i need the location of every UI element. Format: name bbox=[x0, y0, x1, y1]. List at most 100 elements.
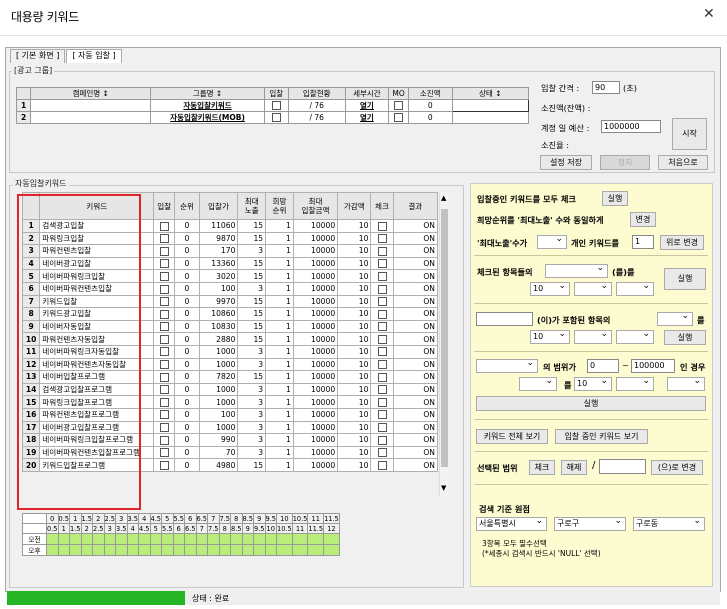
schedule-cell[interactable] bbox=[323, 544, 340, 556]
bid-checkbox-cell[interactable] bbox=[153, 344, 176, 359]
scroll-down-icon[interactable]: ▼ bbox=[441, 484, 446, 492]
check-checkbox-cell[interactable] bbox=[370, 231, 394, 246]
bid-checkbox-cell[interactable] bbox=[263, 99, 289, 112]
schedule-cell[interactable] bbox=[323, 533, 340, 545]
schedule-cell[interactable] bbox=[207, 533, 220, 545]
schedule-cell[interactable] bbox=[276, 544, 293, 556]
range-value-select[interactable]: 10 bbox=[574, 375, 612, 391]
check-checkbox[interactable] bbox=[377, 347, 387, 357]
bid-checkbox[interactable] bbox=[159, 460, 169, 470]
bid-checkbox-cell[interactable] bbox=[263, 111, 289, 124]
check-checkbox-cell[interactable] bbox=[370, 294, 394, 309]
reset-button[interactable]: 처음으로 bbox=[658, 155, 708, 170]
bid-checkbox[interactable] bbox=[159, 334, 169, 344]
schedule-cell[interactable] bbox=[195, 533, 208, 545]
col-campaign[interactable]: 캠페인명 ↕ bbox=[30, 87, 152, 100]
start-button[interactable]: 시작 bbox=[672, 118, 707, 150]
bid-checkbox[interactable] bbox=[159, 322, 169, 332]
dong-select[interactable]: 구로동 bbox=[633, 515, 705, 531]
schedule-cell[interactable] bbox=[230, 533, 243, 545]
check-checkbox-cell[interactable] bbox=[370, 357, 394, 372]
checked-run-button[interactable]: 실행 bbox=[664, 268, 706, 290]
bid-checkbox-cell[interactable] bbox=[153, 244, 176, 258]
schedule-cell[interactable] bbox=[307, 533, 325, 545]
schedule-cell[interactable] bbox=[126, 544, 139, 556]
group-cell[interactable]: 자동입찰키워드 bbox=[150, 99, 265, 112]
check-checkbox-cell[interactable] bbox=[370, 370, 394, 384]
schedule-cell[interactable] bbox=[92, 533, 105, 545]
personal-keyword-input[interactable]: 1 bbox=[632, 235, 654, 249]
bid-checkbox[interactable] bbox=[159, 423, 169, 433]
check-all-run-button[interactable]: 실행 bbox=[602, 191, 628, 206]
schedule-cell[interactable] bbox=[276, 533, 293, 545]
schedule-cell[interactable] bbox=[264, 544, 277, 556]
schedule-cell[interactable] bbox=[126, 533, 139, 545]
check-checkbox[interactable] bbox=[377, 360, 387, 370]
check-checkbox[interactable] bbox=[377, 284, 387, 294]
check-checkbox[interactable] bbox=[377, 423, 387, 433]
check-checkbox[interactable] bbox=[377, 271, 387, 281]
bid-checkbox[interactable] bbox=[159, 284, 169, 294]
check-checkbox[interactable] bbox=[377, 334, 387, 344]
range-run-button[interactable]: 실행 bbox=[476, 396, 706, 411]
schedule-cell[interactable] bbox=[195, 544, 208, 556]
check-checkbox-cell[interactable] bbox=[370, 458, 394, 472]
checked-field-select[interactable] bbox=[545, 262, 608, 278]
schedule-cell[interactable] bbox=[161, 533, 174, 545]
bid-checkbox[interactable] bbox=[159, 435, 169, 445]
schedule-cell[interactable] bbox=[172, 544, 185, 556]
check-checkbox[interactable] bbox=[377, 259, 387, 269]
schedule-cell[interactable] bbox=[264, 533, 277, 545]
schedule-cell[interactable] bbox=[57, 544, 70, 556]
check-checkbox[interactable] bbox=[377, 234, 387, 244]
schedule-cell[interactable] bbox=[230, 544, 243, 556]
schedule-cell[interactable] bbox=[69, 544, 82, 556]
schedule-cell[interactable] bbox=[69, 533, 82, 545]
check-checkbox-cell[interactable] bbox=[370, 433, 394, 447]
bid-checkbox-cell[interactable] bbox=[153, 382, 176, 397]
bid-checkbox-cell[interactable] bbox=[153, 433, 176, 447]
contains-unit-select[interactable] bbox=[574, 328, 612, 344]
check-checkbox[interactable] bbox=[377, 309, 387, 319]
bid-checkbox[interactable] bbox=[159, 221, 169, 231]
schedule-cell[interactable] bbox=[46, 533, 59, 545]
contains-run-button[interactable]: 실행 bbox=[664, 330, 706, 345]
scroll-thumb[interactable] bbox=[441, 209, 448, 467]
bid-checkbox[interactable] bbox=[159, 360, 169, 370]
schedule-cell[interactable] bbox=[253, 533, 266, 545]
check-checkbox-cell[interactable] bbox=[370, 269, 394, 283]
tab-auto-bid[interactable]: [ 자동 입찰 ] bbox=[66, 49, 122, 63]
schedule-cell[interactable] bbox=[291, 544, 309, 556]
detail-open-link[interactable]: 열기 bbox=[344, 99, 390, 112]
bid-checkbox[interactable] bbox=[159, 397, 169, 407]
contains-input[interactable] bbox=[476, 312, 533, 326]
schedule-row-am[interactable]: 오전 bbox=[22, 533, 340, 545]
checked-value-select[interactable]: 10 bbox=[530, 280, 570, 296]
check-checkbox-cell[interactable] bbox=[370, 420, 394, 435]
check-checkbox[interactable] bbox=[377, 297, 387, 307]
range-check-button[interactable]: 체크 bbox=[529, 460, 555, 475]
schedule-cell[interactable] bbox=[207, 544, 220, 556]
range-op-select[interactable] bbox=[616, 375, 654, 391]
check-checkbox-cell[interactable] bbox=[370, 244, 394, 258]
schedule-cell[interactable] bbox=[172, 533, 185, 545]
col-state[interactable]: 상태 ↕ bbox=[451, 87, 530, 100]
tab-basic[interactable]: [ 기본 화면 ] bbox=[10, 49, 66, 63]
schedule-cell[interactable] bbox=[218, 533, 231, 545]
schedule-cell[interactable] bbox=[92, 544, 105, 556]
range-uncheck-button[interactable]: 해제 bbox=[561, 460, 587, 475]
bid-checkbox[interactable] bbox=[159, 271, 169, 281]
bid-checkbox-cell[interactable] bbox=[153, 307, 176, 321]
district-select[interactable]: 구로구 bbox=[554, 515, 626, 531]
bid-checkbox[interactable] bbox=[159, 372, 169, 382]
check-checkbox[interactable] bbox=[377, 221, 387, 231]
save-settings-button[interactable]: 설정 저장 bbox=[540, 155, 592, 170]
check-checkbox[interactable] bbox=[377, 322, 387, 332]
bid-checkbox-cell[interactable] bbox=[153, 219, 176, 233]
interval-input[interactable]: 90 bbox=[592, 81, 620, 94]
up-change-button[interactable]: 위로 변경 bbox=[660, 235, 704, 250]
schedule-cell[interactable] bbox=[184, 533, 197, 545]
table-row[interactable]: 2 자동입찰키워드(MOB) / 76 열기 0 bbox=[15, 111, 530, 124]
schedule-cell[interactable] bbox=[218, 544, 231, 556]
bid-checkbox-cell[interactable] bbox=[153, 395, 176, 409]
